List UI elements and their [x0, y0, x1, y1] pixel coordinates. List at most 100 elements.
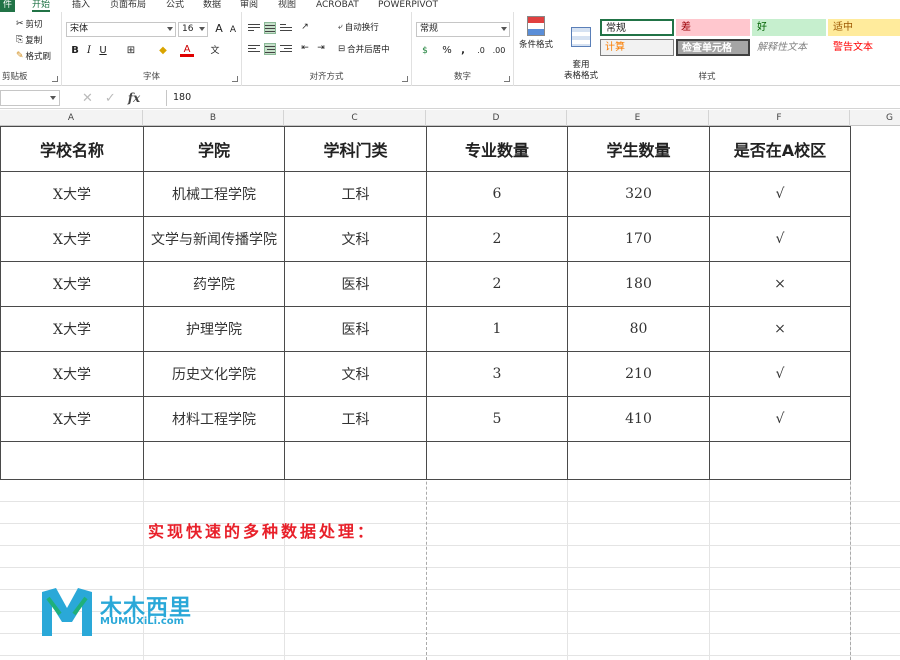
cell[interactable]: √: [709, 171, 851, 217]
tab-powerpivot[interactable]: POWERPIVOT: [378, 0, 438, 12]
cell[interactable]: X大学: [0, 171, 144, 217]
style-neutral[interactable]: 适中: [828, 19, 900, 36]
tab-data[interactable]: 数据: [203, 0, 221, 12]
cell[interactable]: √: [709, 216, 851, 262]
fill-color-icon[interactable]: ◆: [156, 43, 170, 59]
cell[interactable]: ×: [709, 261, 851, 307]
font-launcher-icon[interactable]: [232, 76, 238, 82]
cell[interactable]: 医科: [284, 261, 427, 307]
align-middle-icon[interactable]: [264, 22, 276, 34]
cell[interactable]: X大学: [0, 216, 144, 262]
cell[interactable]: 机械工程学院: [143, 171, 285, 217]
column-header-b[interactable]: B: [143, 110, 284, 126]
align-top-icon[interactable]: [248, 22, 260, 34]
cell[interactable]: 1: [426, 306, 568, 352]
style-normal[interactable]: 常规: [600, 19, 674, 36]
cell[interactable]: [0, 441, 144, 480]
header-student-count[interactable]: 学生数量: [567, 126, 710, 172]
column-header-d[interactable]: D: [426, 110, 567, 126]
align-right-icon[interactable]: [280, 43, 292, 55]
cell[interactable]: [426, 441, 568, 480]
cell[interactable]: 医科: [284, 306, 427, 352]
tab-insert[interactable]: 插入: [72, 0, 90, 12]
style-calculation[interactable]: 计算: [600, 39, 674, 56]
shrink-font-button[interactable]: A: [226, 22, 240, 38]
formula-input[interactable]: 180: [166, 90, 900, 106]
cell[interactable]: 护理学院: [143, 306, 285, 352]
style-explanatory[interactable]: 解释性文本: [752, 39, 826, 56]
cell[interactable]: 文学与新闻传播学院: [143, 216, 285, 262]
tab-file[interactable]: 件: [0, 0, 16, 12]
cell[interactable]: 材料工程学院: [143, 396, 285, 442]
style-good[interactable]: 好: [752, 19, 826, 36]
cancel-icon[interactable]: ✕: [82, 91, 93, 106]
decrease-decimal-icon[interactable]: .00: [492, 43, 506, 59]
cell[interactable]: 210: [567, 351, 710, 397]
worksheet-grid[interactable]: 学校名称 学院 学科门类 专业数量 学生数量 是否在A校区 X大学 机械工程学院…: [0, 126, 900, 660]
borders-icon[interactable]: ⊞: [124, 43, 138, 59]
cell[interactable]: 180: [567, 261, 710, 307]
style-check-cell[interactable]: 检查单元格: [676, 39, 750, 56]
clipboard-launcher-icon[interactable]: [52, 76, 58, 82]
header-college[interactable]: 学院: [143, 126, 285, 172]
cell[interactable]: √: [709, 396, 851, 442]
column-header-g[interactable]: G: [850, 110, 900, 126]
cell[interactable]: 3: [426, 351, 568, 397]
italic-button[interactable]: I: [82, 43, 96, 59]
bold-button[interactable]: B: [68, 43, 82, 59]
merge-center-button[interactable]: ⊟ 合并后居中: [338, 43, 390, 55]
style-warning[interactable]: 警告文本: [828, 39, 900, 56]
cell[interactable]: [567, 441, 710, 480]
tab-home[interactable]: 开始: [32, 0, 51, 12]
comma-button[interactable]: ,: [456, 43, 470, 59]
align-center-icon[interactable]: [264, 43, 276, 55]
tab-review[interactable]: 审阅: [240, 0, 258, 12]
header-discipline[interactable]: 学科门类: [284, 126, 427, 172]
number-format-dropdown[interactable]: 常规: [416, 22, 510, 37]
cell[interactable]: 170: [567, 216, 710, 262]
cell[interactable]: 2: [426, 261, 568, 307]
cell[interactable]: X大学: [0, 396, 144, 442]
number-launcher-icon[interactable]: [504, 76, 510, 82]
name-box[interactable]: [0, 90, 60, 106]
cell[interactable]: X大学: [0, 306, 144, 352]
cell[interactable]: 历史文化学院: [143, 351, 285, 397]
align-left-icon[interactable]: [248, 43, 260, 55]
font-size-dropdown[interactable]: 16: [178, 22, 208, 37]
tab-page-layout[interactable]: 页面布局: [110, 0, 146, 12]
tab-view[interactable]: 视图: [278, 0, 296, 12]
cell[interactable]: X大学: [0, 261, 144, 307]
cell[interactable]: 5: [426, 396, 568, 442]
cell[interactable]: [709, 441, 851, 480]
tab-acrobat[interactable]: ACROBAT: [316, 0, 359, 12]
insert-function-icon[interactable]: fx: [128, 91, 140, 105]
tab-formulas[interactable]: 公式: [166, 0, 184, 12]
cell[interactable]: X大学: [0, 351, 144, 397]
style-bad[interactable]: 差: [676, 19, 750, 36]
currency-icon[interactable]: $: [418, 43, 432, 59]
cell[interactable]: 药学院: [143, 261, 285, 307]
cut-button[interactable]: ✂ 剪切: [16, 18, 43, 30]
wrap-text-button[interactable]: ⤶ 自动换行: [338, 21, 379, 33]
cell[interactable]: √: [709, 351, 851, 397]
header-campus-a[interactable]: 是否在A校区: [709, 126, 851, 172]
cell[interactable]: 工科: [284, 396, 427, 442]
phonetic-icon[interactable]: 文: [208, 43, 222, 59]
font-name-dropdown[interactable]: 宋体: [66, 22, 176, 37]
enter-icon[interactable]: ✓: [105, 91, 116, 106]
cell[interactable]: 410: [567, 396, 710, 442]
underline-button[interactable]: U: [96, 43, 110, 59]
font-color-icon[interactable]: A: [180, 43, 194, 57]
copy-button[interactable]: ⎘ 复制: [16, 34, 42, 46]
cell[interactable]: 80: [567, 306, 710, 352]
alignment-launcher-icon[interactable]: [402, 76, 408, 82]
cell[interactable]: 文科: [284, 351, 427, 397]
format-painter-button[interactable]: ✎ 格式刷: [16, 50, 51, 62]
grow-font-button[interactable]: A: [212, 21, 226, 37]
cell[interactable]: 6: [426, 171, 568, 217]
column-header-a[interactable]: A: [0, 110, 143, 126]
cell[interactable]: 文科: [284, 216, 427, 262]
cell[interactable]: 工科: [284, 171, 427, 217]
outdent-icon[interactable]: ⇥: [314, 40, 328, 56]
cell[interactable]: 320: [567, 171, 710, 217]
